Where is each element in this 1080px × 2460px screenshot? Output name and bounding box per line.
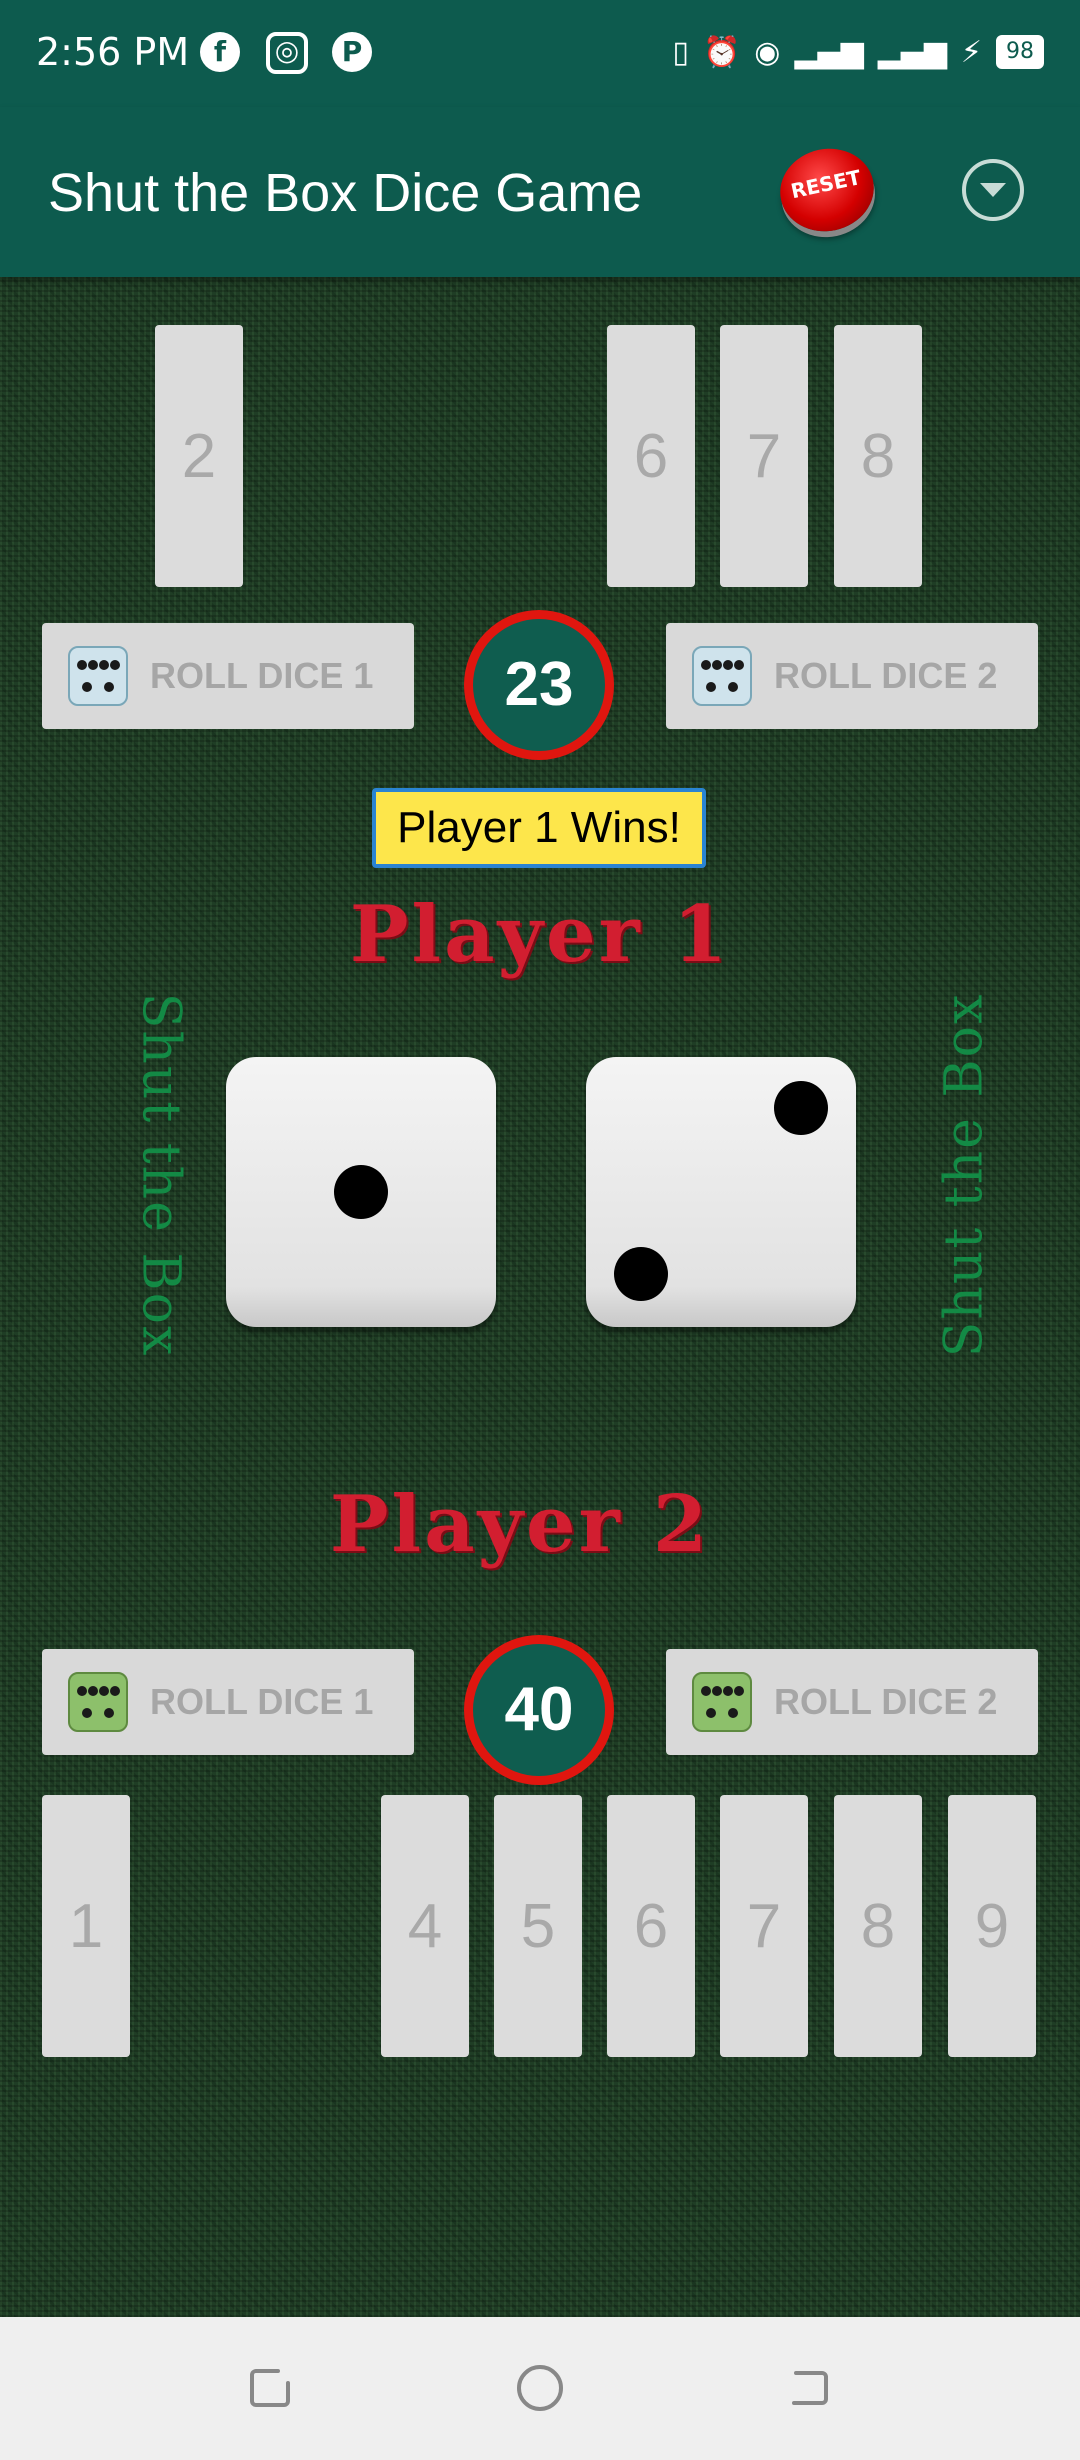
signal-icon-2: ▂▄▆: [877, 34, 947, 70]
player2-label: Player 2: [329, 1479, 711, 1570]
app-bar: Shut the Box Dice Game RESET: [0, 107, 1080, 277]
hotspot-icon: ◉: [754, 34, 781, 70]
recent-apps-icon[interactable]: [248, 2365, 294, 2411]
player2-tile-6[interactable]: 6: [607, 1795, 695, 2057]
battery-icon: 98: [996, 35, 1044, 69]
player1-tile-7[interactable]: 7: [720, 325, 808, 587]
player2-roll-dice-2-button[interactable]: ROLL DICE 2: [666, 1649, 1038, 1755]
side-text-left: Shut the Box: [130, 992, 191, 1358]
home-icon[interactable]: [515, 2363, 565, 2413]
roll-label: ROLL DICE 2: [774, 1681, 998, 1722]
die-1[interactable]: [226, 1057, 496, 1327]
die-2[interactable]: [586, 1057, 856, 1327]
charging-icon: ⚡: [960, 34, 982, 70]
signal-icon: ▂▄▆: [794, 34, 864, 70]
player2-tile-7[interactable]: 7: [720, 1795, 808, 2057]
dice-icon: [692, 646, 752, 706]
app-notification-icon: P: [332, 32, 372, 72]
player1-tile-8[interactable]: 8: [834, 325, 922, 587]
die-pip: [334, 1165, 388, 1219]
facebook-icon: f: [200, 32, 240, 72]
player2-tile-5[interactable]: 5: [494, 1795, 582, 2057]
side-text-right: Shut the Box: [934, 992, 995, 1358]
roll-label: ROLL DICE 1: [150, 655, 374, 696]
player2-tile-9[interactable]: 9: [948, 1795, 1036, 2057]
player1-roll-dice-2-button[interactable]: ROLL DICE 2: [666, 623, 1038, 729]
die-pip: [614, 1247, 668, 1301]
status-bar: 2:56 PM f ◎ P ▯ ⏰ ◉ ▂▄▆ ▂▄▆ ⚡ 98: [0, 0, 1080, 107]
chevron-down-circle-icon[interactable]: [962, 159, 1024, 221]
instagram-icon: ◎: [266, 32, 308, 74]
game-board: 2 6 7 8 ROLL DICE 1 23 ROLL DICE 2 Playe…: [0, 277, 1080, 2317]
player2-tile-1[interactable]: 1: [42, 1795, 130, 2057]
alarm-icon: ⏰: [702, 34, 741, 70]
dice-icon: [692, 1672, 752, 1732]
roll-label: ROLL DICE 2: [774, 655, 998, 696]
player2-score: 40: [464, 1635, 614, 1785]
reset-button[interactable]: RESET: [772, 140, 882, 240]
player1-tile-6[interactable]: 6: [607, 325, 695, 587]
dice-icon: [68, 1672, 128, 1732]
player1-label: Player 1: [349, 889, 731, 980]
back-icon[interactable]: [786, 2365, 832, 2411]
status-right-icons: ▯ ⏰ ◉ ▂▄▆ ▂▄▆ ⚡ 98: [672, 32, 1044, 72]
status-message: Player 1 Wins!: [372, 788, 706, 868]
dice-icon: [68, 646, 128, 706]
player2-tile-8[interactable]: 8: [834, 1795, 922, 2057]
player1-roll-dice-1-button[interactable]: ROLL DICE 1: [42, 623, 414, 729]
vibrate-icon: ▯: [672, 34, 689, 70]
player2-tile-4[interactable]: 4: [381, 1795, 469, 2057]
player1-tile-2[interactable]: 2: [155, 325, 243, 587]
player2-roll-dice-1-button[interactable]: ROLL DICE 1: [42, 1649, 414, 1755]
navigation-bar: [0, 2317, 1080, 2460]
app-title: Shut the Box Dice Game: [48, 163, 643, 223]
status-time: 2:56 PM: [36, 30, 190, 74]
roll-label: ROLL DICE 1: [150, 1681, 374, 1722]
die-pip: [774, 1081, 828, 1135]
player1-score: 23: [464, 610, 614, 760]
